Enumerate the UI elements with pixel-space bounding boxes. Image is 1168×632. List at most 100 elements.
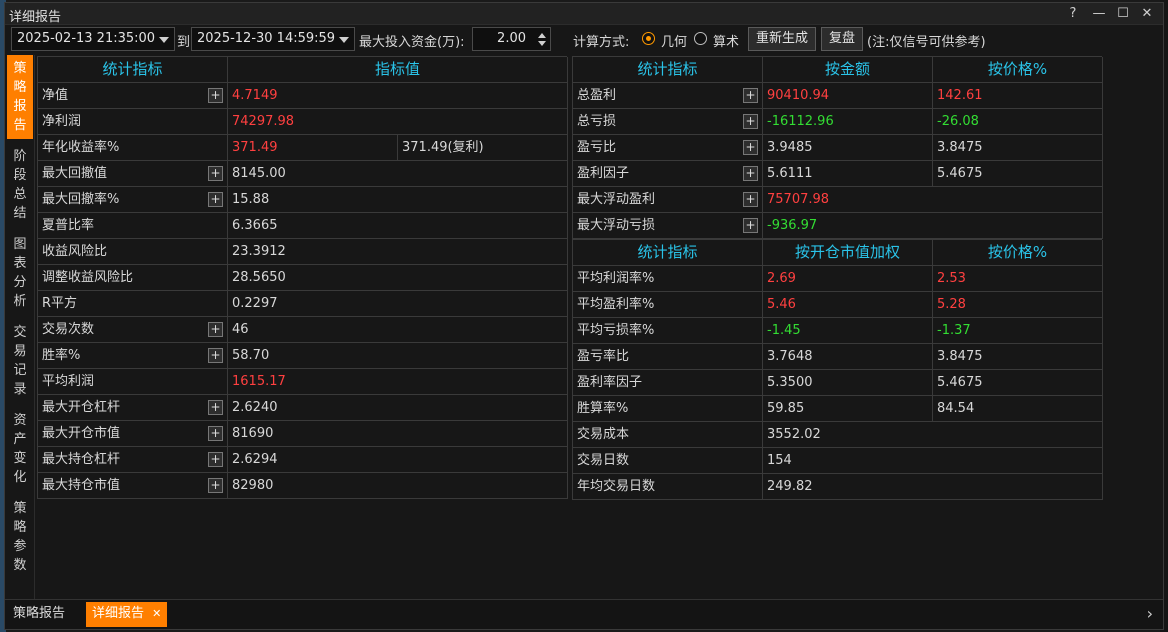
left-stats-table: 统计指标 指标值 净值 +4.7149 净利润 74297.98 年化收益率% 371.49 3…: [37, 56, 568, 499]
expand-plus-icon[interactable]: +: [743, 140, 758, 155]
price-cell: 3.8475: [933, 135, 1103, 161]
weighted-cell: 3552.02: [763, 422, 1103, 448]
end-datetime-picker[interactable]: 2025-12-30 14:59:59: [191, 27, 355, 51]
help-icon[interactable]: ?: [1063, 5, 1083, 23]
price-cell: 84.54: [933, 396, 1103, 422]
start-datetime-picker[interactable]: 2025-02-13 21:35:00: [11, 27, 175, 51]
row-label-cell: 盈亏比 +: [573, 135, 763, 161]
row-label: 年化收益率%: [42, 140, 120, 155]
spin-down-icon[interactable]: [538, 41, 546, 46]
expand-plus-icon[interactable]: +: [208, 192, 223, 207]
max-capital-input[interactable]: 2.00: [472, 27, 551, 51]
row-label-cell: 胜率% +: [38, 343, 228, 369]
weighted-cell: 3.7648: [763, 344, 933, 370]
regenerate-button[interactable]: 重新生成: [748, 27, 816, 51]
column-header: 统计指标: [573, 57, 763, 83]
expand-plus-icon[interactable]: +: [208, 322, 223, 337]
close-icon[interactable]: ✕: [1137, 5, 1157, 23]
row-label-cell: 总盈利 +: [573, 83, 763, 109]
value-cell: 15.88: [228, 187, 568, 213]
bottom-tab-bar: 策略报告 详细报告 ✕ ›: [5, 599, 1163, 629]
row-label-cell: 交易次数 +: [38, 317, 228, 343]
value-cell: 28.5650: [228, 265, 568, 291]
weighted-cell: 249.82: [763, 474, 1103, 500]
row-label: 最大回撤率%: [42, 192, 120, 207]
tab-label: 阶段总结: [13, 149, 27, 221]
row-label-cell: 最大开仓杠杆 +: [38, 395, 228, 421]
chevron-down-icon: [339, 37, 349, 43]
value-cell: 81690: [228, 421, 568, 447]
expand-plus-icon[interactable]: +: [743, 218, 758, 233]
expand-plus-icon[interactable]: +: [208, 348, 223, 363]
price-cell: 3.8475: [933, 344, 1103, 370]
arithmetic-radio[interactable]: [694, 32, 707, 45]
price-cell: 5.4675: [933, 370, 1103, 396]
chevron-right-icon[interactable]: ›: [1147, 604, 1153, 623]
maximize-icon[interactable]: ☐: [1113, 5, 1133, 23]
row-label-cell: 净利润: [38, 109, 228, 135]
to-label: 到: [177, 35, 191, 50]
row-label-cell: 最大浮动亏损 +: [573, 213, 763, 239]
expand-plus-icon[interactable]: +: [208, 478, 223, 493]
tab-asset-change[interactable]: 资产变化: [7, 407, 33, 491]
tab-trade-records[interactable]: 交易记录: [7, 319, 33, 403]
bottom-tab-detail-report[interactable]: 详细报告 ✕: [86, 602, 168, 627]
geometric-label: 几何: [661, 35, 688, 50]
amount-cell: 90410.94: [763, 83, 933, 109]
tab-label: 图表分析: [13, 237, 27, 309]
tab-label: 策略参数: [13, 501, 27, 573]
row-label: 最大浮动盈利: [577, 192, 656, 207]
bottom-tab-strategy-report[interactable]: 策略报告: [7, 602, 71, 627]
row-label-cell: 平均利润: [38, 369, 228, 395]
column-header: 按价格%: [933, 240, 1103, 266]
column-header: 按价格%: [933, 57, 1103, 83]
close-tab-icon[interactable]: ✕: [152, 607, 161, 620]
amount-cell: 5.6111: [763, 161, 933, 187]
tab-stage-summary[interactable]: 阶段总结: [7, 143, 33, 227]
value-cell: 23.3912: [228, 239, 568, 265]
expand-plus-icon[interactable]: +: [208, 166, 223, 181]
expand-plus-icon[interactable]: +: [208, 400, 223, 415]
geometric-radio[interactable]: [642, 32, 655, 45]
expand-plus-icon[interactable]: +: [743, 114, 758, 129]
row-label: 最大开仓杠杆: [42, 400, 121, 415]
value-cell: 0.2297: [228, 291, 568, 317]
expand-plus-icon[interactable]: +: [208, 426, 223, 441]
tab-label: 资产变化: [13, 413, 27, 485]
expand-plus-icon[interactable]: +: [208, 452, 223, 467]
value-cell: 74297.98: [228, 109, 568, 135]
expand-plus-icon[interactable]: +: [743, 88, 758, 103]
expand-plus-icon[interactable]: +: [208, 88, 223, 103]
row-label-cell: 最大持仓杠杆 +: [38, 447, 228, 473]
tab-label: 策略报告: [13, 61, 27, 133]
minimize-icon[interactable]: —: [1089, 5, 1109, 23]
tab-strategy-params[interactable]: 策略参数: [7, 495, 33, 579]
row-label: 盈亏率比: [573, 344, 763, 370]
row-label: 盈利因子: [577, 166, 630, 181]
row-label: 最大浮动亏损: [577, 218, 656, 233]
row-label: 平均盈利率%: [573, 292, 763, 318]
side-tabs: 策略报告 阶段总结 图表分析 交易记录 资产变化 策略参数: [5, 55, 35, 600]
expand-plus-icon[interactable]: +: [743, 166, 758, 181]
row-label: 胜率%: [42, 348, 81, 363]
spin-up-icon[interactable]: [538, 33, 546, 38]
row-label: 调整收益风险比: [42, 270, 134, 285]
weighted-cell: 5.46: [763, 292, 933, 318]
tab-chart-analysis[interactable]: 图表分析: [7, 231, 33, 315]
row-label-cell: 盈利因子 +: [573, 161, 763, 187]
right-amount-table: 统计指标 按金额 按价格% 总盈利 +90410.94 142.61 总亏损 + -16112.…: [572, 56, 1103, 239]
right-weighted-table: 统计指标 按开仓市值加权 按价格% 平均利润率% 2.69 2.53 平均盈利率% 5.46 5…: [572, 239, 1103, 500]
start-datetime-value: 2025-02-13 21:35:00: [17, 31, 156, 46]
weighted-cell: 2.69: [763, 266, 933, 292]
price-cell: 5.28: [933, 292, 1103, 318]
row-label: 最大持仓市值: [42, 478, 121, 493]
row-label-cell: 最大回撤值 +: [38, 161, 228, 187]
price-cell: 5.4675: [933, 161, 1103, 187]
expand-plus-icon[interactable]: +: [743, 192, 758, 207]
detail-report-window: 详细报告 ? — ☐ ✕ 2025-02-13 21:35:00 到 2025-…: [4, 2, 1164, 630]
amount-cell: 75707.98: [763, 187, 1103, 213]
row-label: R平方: [42, 296, 78, 311]
tab-strategy-report[interactable]: 策略报告: [7, 55, 33, 139]
row-label-cell: 收益风险比: [38, 239, 228, 265]
review-button[interactable]: 复盘: [821, 27, 863, 51]
